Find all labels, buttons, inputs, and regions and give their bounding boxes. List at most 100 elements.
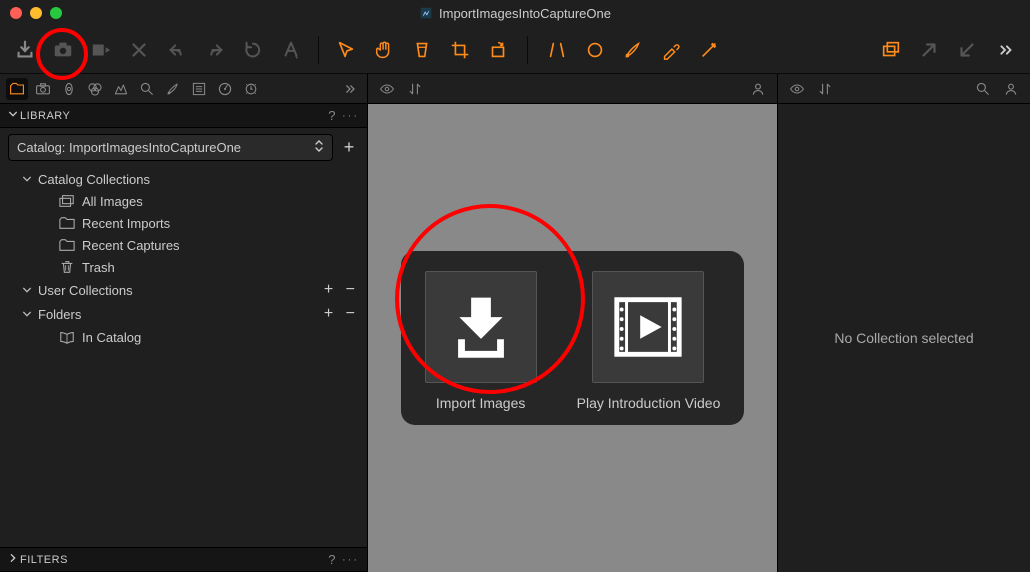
- import-button[interactable]: [10, 35, 40, 65]
- filters-label: FILTERS: [20, 554, 328, 566]
- import-icon: [425, 271, 537, 383]
- tree-item-recent-imports[interactable]: Recent Imports: [0, 212, 367, 234]
- import-images-tile[interactable]: Import Images: [425, 271, 537, 411]
- cursor-tool[interactable]: [331, 35, 361, 65]
- lens-tab[interactable]: [58, 78, 80, 100]
- help-icon[interactable]: ?: [328, 552, 336, 567]
- library-tab[interactable]: [6, 78, 28, 100]
- exposure-tool[interactable]: [407, 35, 437, 65]
- arrow-down-button[interactable]: [952, 35, 982, 65]
- intro-video-tile[interactable]: Play Introduction Video: [577, 271, 721, 411]
- window-title-text: ImportImagesIntoCaptureOne: [439, 6, 611, 21]
- catalog-prefix: Catalog:: [17, 140, 69, 155]
- tree-group-catalog-collections[interactable]: Catalog Collections: [0, 169, 367, 190]
- catalog-select[interactable]: Catalog: ImportImagesIntoCaptureOne: [8, 134, 333, 161]
- more-icon[interactable]: ···: [342, 110, 359, 122]
- sort-icon[interactable]: [404, 78, 426, 100]
- tree-item-trash[interactable]: Trash: [0, 256, 367, 278]
- catalog-name: ImportImagesIntoCaptureOne: [69, 140, 241, 155]
- keystone-tool[interactable]: [542, 35, 572, 65]
- stack-icon: [58, 193, 76, 209]
- adjustments-tab[interactable]: [240, 78, 262, 100]
- viewer-top-controls: [368, 74, 778, 103]
- user-icon[interactable]: [1000, 78, 1022, 100]
- chevron-down-icon: [8, 109, 20, 122]
- book-icon: [58, 329, 76, 345]
- folder-icon: [58, 237, 76, 253]
- tree-group-folders[interactable]: Folders + −: [0, 302, 367, 326]
- eye-icon[interactable]: [376, 78, 398, 100]
- chevron-right-icon: [8, 553, 20, 566]
- tool-tabs-strip: [0, 74, 1030, 104]
- tree-item-label: Recent Imports: [82, 216, 359, 231]
- reset-button[interactable]: [238, 35, 268, 65]
- sort-icon[interactable]: [814, 78, 836, 100]
- tree-item-label: In Catalog: [82, 330, 359, 345]
- export-button[interactable]: [86, 35, 116, 65]
- variants-button[interactable]: [876, 35, 906, 65]
- tree-group-label: Catalog Collections: [38, 172, 359, 187]
- tabs-overflow[interactable]: [339, 78, 361, 100]
- empty-state-text: No Collection selected: [834, 330, 973, 346]
- plus-minus-controls[interactable]: + −: [324, 305, 359, 323]
- brush-tool[interactable]: [618, 35, 648, 65]
- arrow-up-button[interactable]: [914, 35, 944, 65]
- gradient-tool[interactable]: [694, 35, 724, 65]
- window-title: ImportImagesIntoCaptureOne: [0, 6, 1030, 21]
- color-tab[interactable]: [84, 78, 106, 100]
- rotate-tool[interactable]: [483, 35, 513, 65]
- exposure-tab[interactable]: [110, 78, 132, 100]
- capture-button[interactable]: [48, 35, 78, 65]
- pan-tool[interactable]: [369, 35, 399, 65]
- library-section-header[interactable]: LIBRARY ? ···: [0, 104, 367, 128]
- tree-item-in-catalog[interactable]: In Catalog: [0, 326, 367, 348]
- tree-item-all-images[interactable]: All Images: [0, 190, 367, 212]
- capture-tab[interactable]: [32, 78, 54, 100]
- styles-tab[interactable]: [162, 78, 184, 100]
- delete-button[interactable]: [124, 35, 154, 65]
- intro-video-label: Play Introduction Video: [577, 395, 721, 411]
- window-controls: [10, 7, 62, 19]
- redo-button[interactable]: [200, 35, 230, 65]
- browser-panel: No Collection selected: [778, 104, 1030, 572]
- browser-top-controls: [778, 74, 1030, 103]
- welcome-card: Import Images Play Introduction Video: [401, 251, 745, 425]
- folder-icon: [58, 215, 76, 231]
- minimize-window-button[interactable]: [30, 7, 42, 19]
- tree-item-label: Recent Captures: [82, 238, 359, 253]
- app-icon: [419, 6, 433, 20]
- tree-group-label: Folders: [38, 307, 318, 322]
- maximize-window-button[interactable]: [50, 7, 62, 19]
- more-icon[interactable]: ···: [342, 554, 359, 566]
- tree-item-recent-captures[interactable]: Recent Captures: [0, 234, 367, 256]
- close-window-button[interactable]: [10, 7, 22, 19]
- overflow-button[interactable]: [990, 35, 1020, 65]
- titlebar: ImportImagesIntoCaptureOne: [0, 0, 1030, 26]
- chevron-down-icon: [22, 283, 32, 298]
- filters-section-header[interactable]: FILTERS ? ···: [0, 547, 367, 572]
- eye-icon[interactable]: [786, 78, 808, 100]
- video-icon: [592, 271, 704, 383]
- details-tab[interactable]: [136, 78, 158, 100]
- eyedropper-tool[interactable]: [656, 35, 686, 65]
- sidebar: LIBRARY ? ··· Catalog: ImportImagesIntoC…: [0, 104, 368, 572]
- tree-item-label: All Images: [82, 194, 359, 209]
- help-icon[interactable]: ?: [328, 108, 336, 123]
- tree-group-label: User Collections: [38, 283, 318, 298]
- undo-button[interactable]: [162, 35, 192, 65]
- crop-tool[interactable]: [445, 35, 475, 65]
- plus-minus-controls[interactable]: + −: [324, 281, 359, 299]
- add-catalog-button[interactable]: +: [339, 137, 359, 158]
- auto-adjust-button[interactable]: [276, 35, 306, 65]
- library-tree: Catalog Collections All Images Recent Im…: [0, 167, 367, 354]
- spot-tool[interactable]: [580, 35, 610, 65]
- user-icon[interactable]: [747, 78, 769, 100]
- viewer-panel: Import Images Play Introduction Video: [368, 104, 778, 572]
- import-images-label: Import Images: [436, 395, 525, 411]
- chevron-down-icon: [22, 172, 32, 187]
- tree-group-user-collections[interactable]: User Collections + −: [0, 278, 367, 302]
- output-tab[interactable]: [214, 78, 236, 100]
- library-label: LIBRARY: [20, 110, 328, 122]
- search-icon[interactable]: [972, 78, 994, 100]
- metadata-tab[interactable]: [188, 78, 210, 100]
